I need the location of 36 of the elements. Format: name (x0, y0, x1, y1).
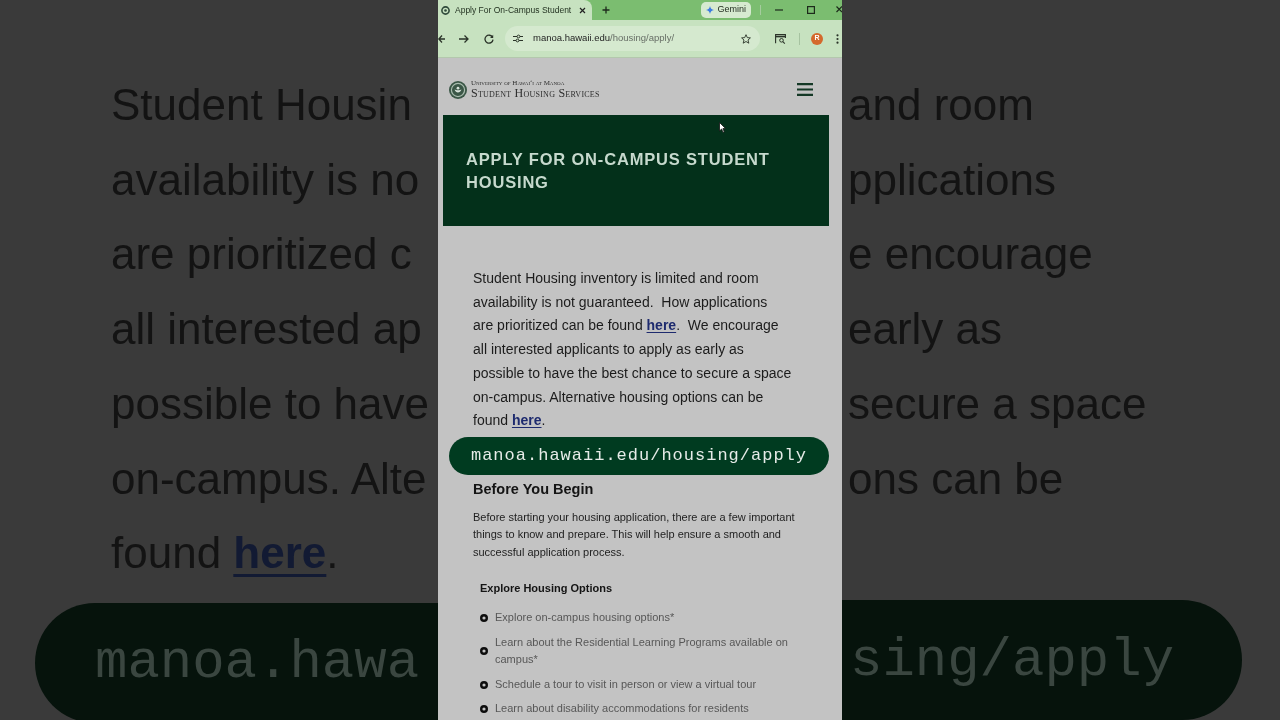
gemini-button[interactable]: Gemini (701, 2, 751, 18)
checklist-item: Explore on-campus housing options* (495, 610, 675, 626)
section-paragraph: Before starting your housing application, there are a few important things to know and prepare. This will help ensure a smooth and successful application process. (473, 509, 796, 560)
maximize-icon[interactable] (807, 6, 815, 14)
tab-search-icon[interactable] (775, 33, 786, 44)
sparkle-icon (706, 6, 715, 14)
section-heading: Before You Begin (473, 479, 594, 499)
star-icon[interactable] (741, 33, 751, 44)
ring-bullet-icon (480, 680, 488, 689)
checklist-item: Learn about the Residential Learning Programs available on campus* (495, 634, 789, 668)
forward-arrow-icon[interactable] (459, 33, 469, 44)
more-dots-icon[interactable] (836, 33, 839, 44)
ring-bullet-icon (480, 705, 488, 714)
checklist-item: Learn about disability accommodations for residents (495, 701, 749, 717)
ring-favicon-icon (441, 5, 450, 15)
url-caption: manoa.hawaii.edu/housing/apply (449, 436, 829, 475)
address-bar[interactable]: manoa.hawaii.edu/housing/apply/ (505, 26, 760, 51)
intro-paragraph: Student Housing inventory is limited and room availability is not guaranteed. How applications are prioritized can be found here. We encourage all interested applicants to apply as early as possible to have the best chance to secure a space on-campus. Alternative housing options can be found here. (473, 269, 792, 431)
subsection-heading: Explore Housing Options (480, 581, 612, 597)
browser-tab[interactable]: Apply For On-Campus Student (438, 0, 592, 20)
ring-bullet-icon (480, 647, 488, 656)
tune-icon[interactable] (513, 34, 523, 43)
here-link[interactable]: here (511, 412, 542, 429)
back-arrow-icon[interactable] (438, 33, 445, 44)
logo-title: Student Housing Services (471, 87, 600, 99)
close-window-icon[interactable] (836, 6, 842, 14)
reload-icon[interactable] (484, 33, 494, 44)
hero-title: APPLY FOR ON-CAMPUS STUDENT HOUSING (466, 149, 771, 193)
ring-bullet-icon (480, 614, 488, 623)
menu-icon[interactable] (797, 83, 813, 96)
checklist-item: Schedule a tour to visit in person or view a virtual tour (495, 676, 757, 692)
mouse-cursor-icon (719, 122, 726, 133)
here-link[interactable]: here (646, 317, 677, 334)
emblem-icon (449, 80, 467, 99)
plus-icon[interactable] (602, 6, 610, 14)
close-icon[interactable] (579, 6, 586, 14)
